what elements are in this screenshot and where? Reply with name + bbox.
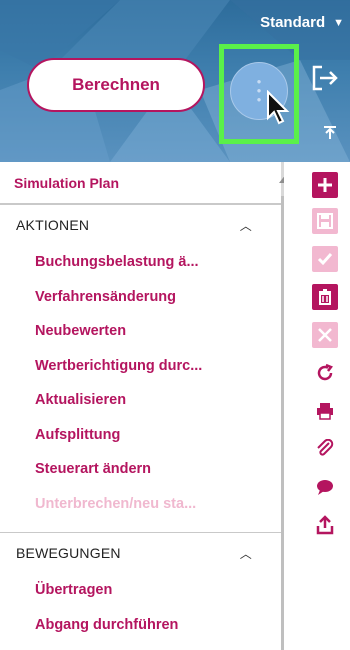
comment-icon: [317, 480, 333, 495]
delete-button[interactable]: [312, 284, 338, 310]
exit-icon[interactable]: [310, 64, 340, 92]
add-icon: [318, 178, 332, 192]
chevron-up-icon: ︿: [239, 546, 252, 561]
section-header-aktionen[interactable]: AKTIONEN ︿: [0, 205, 284, 245]
variant-label: Standard: [260, 14, 326, 31]
section-header-bewegungen[interactable]: BEWEGUNGEN ︿: [0, 533, 284, 573]
add-button[interactable]: [312, 172, 338, 198]
section-heading: BEWEGUNGEN: [16, 545, 121, 561]
comment-button[interactable]: [312, 474, 338, 500]
nav-item-unterbrechen: Unterbrechen/neu sta...: [35, 495, 197, 512]
nav-item-verfahrensaenderung[interactable]: Verfahrensänderung: [0, 280, 284, 315]
check-icon: [317, 253, 333, 266]
nav-item-steuerart-aendern[interactable]: Steuerart ändern: [0, 452, 284, 487]
section-bewegungen: BEWEGUNGEN ︿ Übertragen Abgang durchführ…: [0, 532, 284, 642]
nav-item-aktualisieren[interactable]: Aktualisieren: [0, 383, 284, 418]
nav-title[interactable]: Simulation Plan: [0, 162, 284, 204]
attach-button[interactable]: [312, 436, 338, 462]
chevron-down-icon: ▼: [333, 16, 344, 29]
calculate-button-label: Berechnen: [72, 75, 160, 94]
share-icon: [316, 515, 334, 535]
nav-item-abgang-durchfuehren[interactable]: Abgang durchführen: [0, 608, 284, 643]
save-icon: [317, 213, 333, 229]
delete-icon: [319, 289, 331, 305]
nav-item-neubewerten[interactable]: Neubewerten: [0, 314, 284, 349]
save-button: [312, 208, 338, 234]
variant-selector[interactable]: Standard ▼: [260, 14, 344, 31]
refresh-button[interactable]: [312, 360, 338, 386]
nav-item-aufsplittung[interactable]: Aufsplittung: [0, 418, 284, 453]
cancel-button: [312, 322, 338, 348]
share-button[interactable]: [312, 512, 338, 538]
header-bar: Standard ▼ Berechnen ● ● ●: [0, 0, 350, 162]
refresh-icon: [317, 363, 333, 381]
print-icon: [317, 403, 333, 420]
action-toolbar: [300, 162, 350, 650]
nav-title-label: Simulation Plan: [14, 174, 120, 191]
print-button[interactable]: [312, 398, 338, 424]
section-aktionen: AKTIONEN ︿ Buchungsbelastung ä... Verfah…: [0, 204, 284, 521]
navigation-panel: Simulation Plan AKTIONEN ︿ Buchungsbelas…: [0, 162, 284, 650]
calculate-button[interactable]: Berechnen: [27, 58, 205, 112]
paperclip-icon: [317, 439, 334, 456]
mouse-cursor-icon: [267, 90, 290, 125]
chevron-up-icon: ︿: [239, 218, 252, 233]
collapse-header-icon[interactable]: [322, 124, 338, 140]
nav-item-buchungsbelastung[interactable]: Buchungsbelastung ä...: [0, 245, 284, 280]
section-heading: AKTIONEN: [16, 217, 90, 233]
check-button: [312, 246, 338, 272]
close-icon: [318, 328, 332, 342]
scroll-up-arrow-icon[interactable]: [279, 174, 284, 183]
nav-item-uebertragen[interactable]: Übertragen: [0, 573, 284, 608]
nav-item-wertberichtigung[interactable]: Wertberichtigung durc...: [0, 349, 284, 384]
scrollbar-thumb[interactable]: [281, 196, 284, 650]
